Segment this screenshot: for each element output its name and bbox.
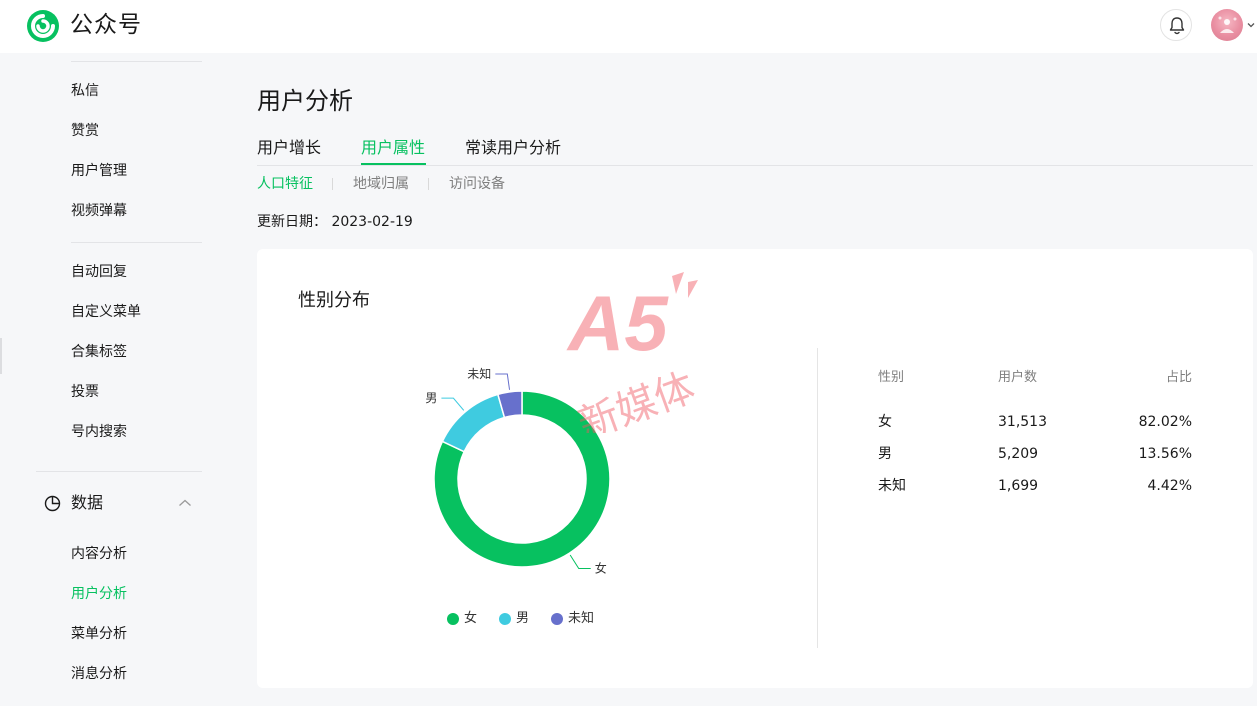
table-cell-gender: 未知	[878, 478, 906, 494]
subtab-separator	[428, 178, 429, 190]
tab-frequent-readers[interactable]: 常读用户分析	[465, 137, 561, 159]
brand-name: 公众号	[70, 12, 142, 38]
subtab-separator	[332, 178, 333, 190]
table-header-ratio: 占比	[1165, 370, 1192, 385]
page-title: 用户分析	[257, 87, 353, 115]
sidebar-group-data[interactable]: 数据	[44, 491, 204, 515]
sidebar-item-vote[interactable]: 投票	[71, 381, 99, 403]
card-divider	[817, 348, 818, 648]
legend-label: 男	[516, 611, 530, 626]
sidebar-group-label: 数据	[71, 493, 104, 512]
slice-label-female: 女	[595, 561, 607, 576]
sidebar-divider	[71, 242, 202, 243]
wechat-official-logo-icon[interactable]	[26, 9, 60, 43]
table-cell-users: 31,513	[998, 414, 1047, 430]
sidebar-item-content-analysis[interactable]: 内容分析	[71, 543, 127, 565]
bell-icon	[1169, 17, 1185, 35]
sidebar-item-auto-reply[interactable]: 自动回复	[71, 261, 127, 283]
sidebar-divider	[71, 61, 202, 62]
update-date-value: 2023-02-19	[331, 214, 413, 230]
legend-label: 女	[464, 611, 478, 626]
card-title: 性别分布	[298, 290, 370, 311]
sidebar-item-user-analysis[interactable]: 用户分析	[71, 583, 127, 605]
sidebar-item-user-management[interactable]: 用户管理	[71, 160, 127, 182]
table-header-users: 用户数	[998, 370, 1038, 385]
chevron-down-icon[interactable]	[1246, 20, 1256, 30]
sidebar-item-reward[interactable]: 赞赏	[71, 120, 99, 142]
legend-dot	[551, 613, 563, 625]
sidebar-item-menu-analysis[interactable]: 菜单分析	[71, 623, 127, 645]
table-cell-ratio: 13.56%	[1138, 446, 1192, 462]
slice-leader-line	[495, 373, 511, 390]
slice-label-male: 男	[425, 391, 437, 405]
subtab-demographics[interactable]: 人口特征	[257, 174, 313, 194]
update-date: 更新日期： 2023-02-19	[257, 212, 413, 232]
tabs-divider	[257, 165, 1253, 166]
legend-label: 未知	[568, 611, 595, 626]
sidebar-item-custom-menu[interactable]: 自定义菜单	[71, 301, 141, 323]
table-header-gender: 性别	[878, 370, 905, 385]
slice-label-unknown: 未知	[467, 367, 491, 381]
top-bar: 公众号	[0, 0, 1257, 53]
sidebar-item-video-danmaku[interactable]: 视频弹幕	[71, 200, 127, 222]
table-cell-gender: 男	[878, 446, 892, 462]
table-cell-ratio: 4.42%	[1147, 478, 1192, 494]
subtab-region[interactable]: 地域归属	[353, 174, 409, 194]
legend-dot	[447, 613, 459, 625]
sidebar-scroll-marker	[0, 338, 2, 374]
sidebar-divider	[36, 471, 202, 472]
avatar-image-icon	[1218, 16, 1237, 33]
donut-slice-male[interactable]	[441, 393, 506, 453]
legend-dot	[499, 613, 511, 625]
user-avatar[interactable]	[1211, 9, 1243, 41]
slice-leader-line	[441, 397, 465, 411]
gender-donut-chart: 女 男 未知	[425, 367, 611, 576]
chevron-up-icon[interactable]	[178, 498, 192, 508]
tab-user-growth[interactable]: 用户增长	[257, 137, 321, 159]
active-tab-indicator	[361, 163, 426, 165]
sidebar-item-collection-tags[interactable]: 合集标签	[71, 341, 127, 363]
table-cell-users: 1,699	[998, 478, 1039, 494]
tab-user-attributes[interactable]: 用户属性	[361, 137, 425, 159]
subtab-device[interactable]: 访问设备	[449, 174, 505, 194]
sidebar: 私信 赞赏 用户管理 视频弹幕 自动回复 自定义菜单 合集标签 投票 号内搜索 …	[0, 53, 232, 706]
table-cell-ratio: 82.02%	[1138, 414, 1192, 430]
sidebar-item-message-analysis[interactable]: 消息分析	[71, 663, 127, 685]
gender-distribution-card: 性别分布 女男未知 女 男 未知 性别 用户数 占比 女 31,513 82.0…	[257, 249, 1253, 688]
table-cell-users: 5,209	[998, 446, 1039, 462]
sidebar-item-private-message[interactable]: 私信	[71, 80, 99, 102]
notification-button[interactable]	[1160, 9, 1192, 41]
update-date-label: 更新日期：	[257, 214, 327, 230]
sidebar-item-in-account-search[interactable]: 号内搜索	[71, 421, 127, 443]
pie-chart-icon	[44, 495, 61, 512]
table-cell-gender: 女	[878, 414, 892, 430]
slice-leader-line	[569, 554, 591, 570]
